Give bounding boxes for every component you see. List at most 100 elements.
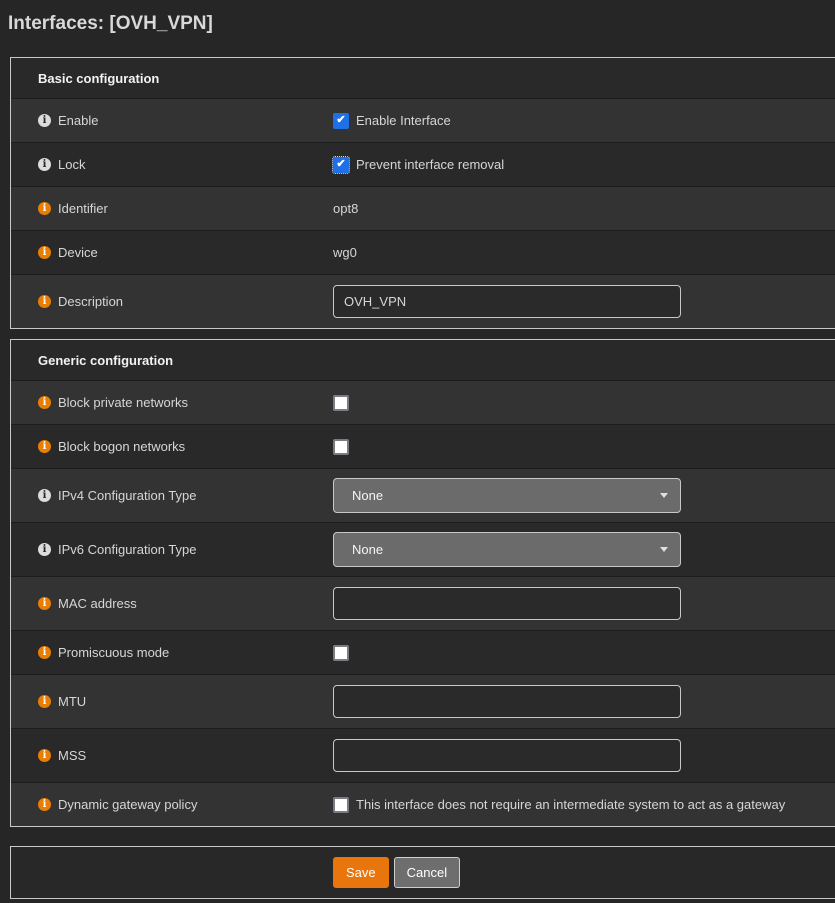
form-row-identifier: i Identifier opt8	[11, 186, 835, 230]
field-label-ipv6-configuration-type: i IPv6 Configuration Type	[38, 542, 333, 557]
form-row-device: i Device wg0	[11, 230, 835, 274]
field-label-text: MSS	[58, 748, 86, 763]
form-row-lock: i Lock ✔ Prevent interface removal	[11, 142, 835, 186]
field-control-mtu	[333, 685, 826, 718]
field-label-promiscuous-mode: i Promiscuous mode	[38, 645, 333, 660]
field-control-lock: ✔ Prevent interface removal	[333, 157, 826, 173]
field-control-block-bogon-networks	[333, 439, 826, 455]
field-control-ipv4-configuration-type: None	[333, 478, 826, 513]
field-label-text: Lock	[58, 157, 85, 172]
field-label-text: Description	[58, 294, 123, 309]
form-row-block-bogon-networks: i Block bogon networks	[11, 424, 835, 468]
info-icon: i	[38, 798, 51, 811]
field-label-text: Device	[58, 245, 98, 260]
ipv4-configuration-type-select-value: None	[352, 488, 383, 503]
ipv4-configuration-type-select[interactable]: None	[333, 478, 681, 513]
ipv6-configuration-type-select[interactable]: None	[333, 532, 681, 567]
mtu-input[interactable]	[333, 685, 681, 718]
form-panels: Basic configuration i Enable ✔ Enable Interf…	[0, 57, 835, 827]
field-label-ipv4-configuration-type: i IPv4 Configuration Type	[38, 488, 333, 503]
field-label-text: Block bogon networks	[58, 439, 185, 454]
field-control-dynamic-gateway-policy: This interface does not require an inter…	[333, 797, 826, 813]
field-label-mss: i MSS	[38, 748, 333, 763]
field-label-description: i Description	[38, 294, 333, 309]
section-title: Generic configuration	[11, 340, 835, 380]
identifier-value: opt8	[333, 201, 358, 216]
form-row-mss: i MSS	[11, 728, 835, 782]
field-label-text: Enable	[58, 113, 98, 128]
chevron-down-icon	[660, 547, 668, 552]
info-icon: i	[38, 202, 51, 215]
panel-actions: Save Cancel	[10, 846, 835, 899]
field-label-text: Block private networks	[58, 395, 188, 410]
field-label-text: Dynamic gateway policy	[58, 797, 197, 812]
field-control-device: wg0	[333, 245, 826, 260]
info-icon: i	[38, 396, 51, 409]
form-row-ipv4-configuration-type: i IPv4 Configuration Type None	[11, 468, 835, 522]
field-control-block-private-networks	[333, 395, 826, 411]
ipv6-configuration-type-select-value: None	[352, 542, 383, 557]
info-icon: i	[38, 246, 51, 259]
field-control-ipv6-configuration-type: None	[333, 532, 826, 567]
field-label-text: MAC address	[58, 596, 137, 611]
lock-checkbox-label: Prevent interface removal	[356, 157, 504, 172]
field-label-text: IPv4 Configuration Type	[58, 488, 197, 503]
block-private-networks-checkbox[interactable]	[333, 395, 349, 411]
form-row-mtu: i MTU	[11, 674, 835, 728]
field-label-block-bogon-networks: i Block bogon networks	[38, 439, 333, 454]
info-icon: i	[38, 749, 51, 762]
field-label-mtu: i MTU	[38, 694, 333, 709]
field-control-enable: ✔ Enable Interface	[333, 113, 826, 129]
lock-checkbox[interactable]: ✔	[333, 157, 349, 173]
field-label-dynamic-gateway-policy: i Dynamic gateway policy	[38, 797, 333, 812]
panel-generic-configuration: Generic configuration i Block private netw…	[10, 339, 835, 827]
info-icon: i	[38, 295, 51, 308]
mac-address-input[interactable]	[333, 587, 681, 620]
action-button-row: Save Cancel	[11, 847, 835, 898]
dynamic-gateway-policy-checkbox[interactable]	[333, 797, 349, 813]
field-label-device: i Device	[38, 245, 333, 260]
form-row-mac-address: i MAC address	[11, 576, 835, 630]
field-label-text: Promiscuous mode	[58, 645, 169, 660]
device-value: wg0	[333, 245, 357, 260]
field-label-text: MTU	[58, 694, 86, 709]
enable-checkbox-label: Enable Interface	[356, 113, 451, 128]
block-bogon-networks-checkbox[interactable]	[333, 439, 349, 455]
field-label-enable: i Enable	[38, 113, 333, 128]
form-row-block-private-networks: i Block private networks	[11, 380, 835, 424]
info-icon: i	[38, 114, 51, 127]
description-input[interactable]	[333, 285, 681, 318]
chevron-down-icon	[660, 493, 668, 498]
promiscuous-mode-checkbox[interactable]	[333, 645, 349, 661]
field-control-mac-address	[333, 587, 826, 620]
field-label-mac-address: i MAC address	[38, 596, 333, 611]
field-control-mss	[333, 739, 826, 772]
info-icon: i	[38, 695, 51, 708]
info-icon: i	[38, 597, 51, 610]
form-row-ipv6-configuration-type: i IPv6 Configuration Type None	[11, 522, 835, 576]
form-row-enable: i Enable ✔ Enable Interface	[11, 98, 835, 142]
field-control-promiscuous-mode	[333, 645, 826, 661]
field-label-text: Identifier	[58, 201, 108, 216]
field-label-lock: i Lock	[38, 157, 333, 172]
save-button[interactable]: Save	[333, 857, 389, 888]
info-icon: i	[38, 440, 51, 453]
cancel-button[interactable]: Cancel	[394, 857, 460, 888]
dynamic-gateway-policy-checkbox-label: This interface does not require an inter…	[356, 797, 785, 812]
enable-checkbox[interactable]: ✔	[333, 113, 349, 129]
field-label-block-private-networks: i Block private networks	[38, 395, 333, 410]
field-label-text: IPv6 Configuration Type	[58, 542, 197, 557]
form-row-promiscuous-mode: i Promiscuous mode	[11, 630, 835, 674]
mss-input[interactable]	[333, 739, 681, 772]
info-icon: i	[38, 543, 51, 556]
section-title: Basic configuration	[11, 58, 835, 98]
form-row-dynamic-gateway-policy: i Dynamic gateway policy This interface do…	[11, 782, 835, 826]
info-icon: i	[38, 646, 51, 659]
form-row-description: i Description	[11, 274, 835, 328]
field-control-description	[333, 285, 826, 318]
field-control-identifier: opt8	[333, 201, 826, 216]
info-icon: i	[38, 158, 51, 171]
info-icon: i	[38, 489, 51, 502]
panel-basic-configuration: Basic configuration i Enable ✔ Enable Interf…	[10, 57, 835, 329]
page-title: Interfaces: [OVH_VPN]	[8, 12, 827, 36]
